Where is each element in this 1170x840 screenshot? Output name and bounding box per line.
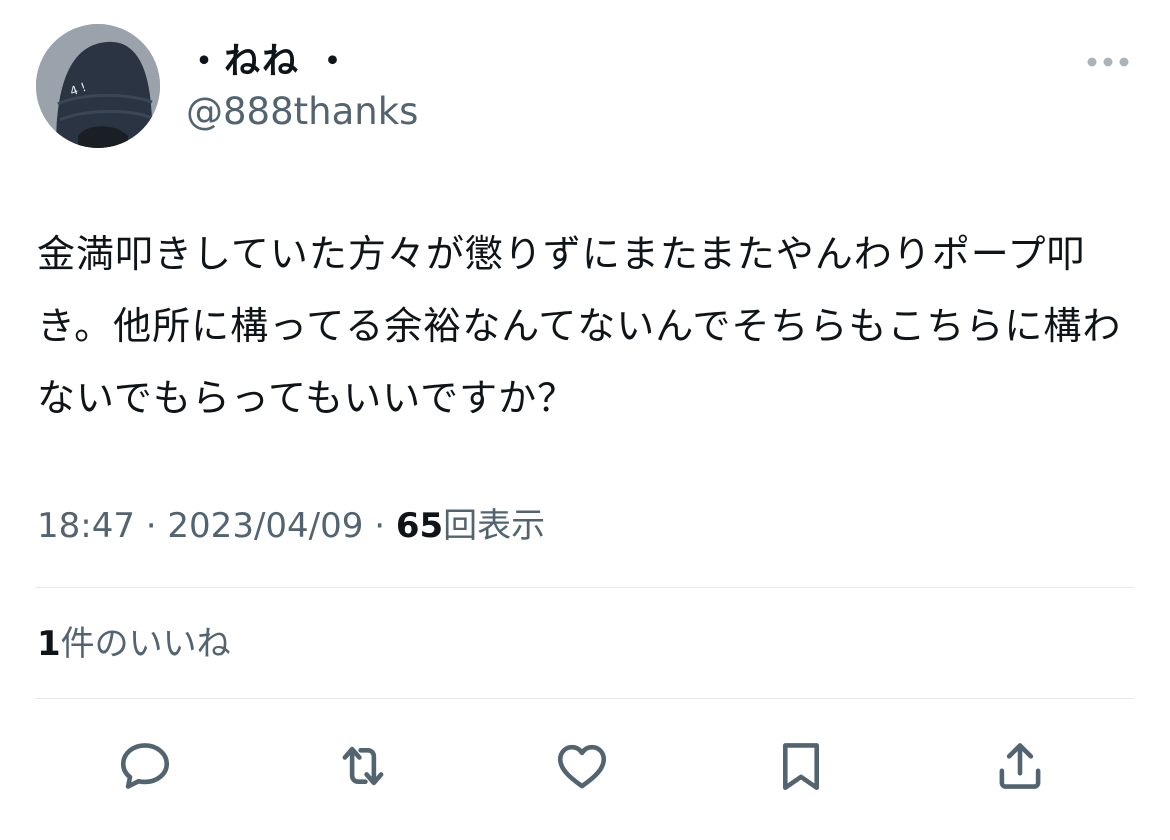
user-handle[interactable]: @888thanks xyxy=(186,88,418,136)
share-icon xyxy=(999,743,1041,789)
likes-label: 件のいいね xyxy=(60,624,231,664)
more-button[interactable] xyxy=(1082,42,1134,82)
like-button[interactable] xyxy=(550,734,614,798)
heart-icon xyxy=(557,744,607,789)
tweet-text: 金満叩きしていた方々が懲りずにまたまたやんわりポープ叩き。他所に構ってる余裕なん… xyxy=(37,232,1122,420)
views-label: 回表示 xyxy=(443,506,546,546)
likes-count: 1 xyxy=(37,624,61,664)
reply-button[interactable] xyxy=(113,734,177,798)
meta-separator: · xyxy=(145,506,157,546)
retweet-button[interactable] xyxy=(331,734,395,798)
likes-link[interactable]: 1件のいいね xyxy=(37,620,231,668)
meta-separator: · xyxy=(374,506,386,546)
divider xyxy=(36,698,1134,699)
divider xyxy=(36,587,1134,588)
retweet-icon xyxy=(342,746,384,786)
tweet-date[interactable]: 2023/04/09 xyxy=(167,506,363,546)
tweet-time[interactable]: 18:47 xyxy=(37,506,135,546)
share-button[interactable] xyxy=(988,734,1052,798)
views-count: 65 xyxy=(395,506,444,546)
bookmark-button[interactable] xyxy=(769,734,833,798)
display-name[interactable]: ・ねね ・ xyxy=(186,38,353,86)
avatar[interactable]: 4 ! xyxy=(36,24,160,148)
bookmark-icon xyxy=(782,743,820,791)
more-dots-icon xyxy=(1087,57,1129,67)
tweet-meta: 18:47 · 2023/04/09 · 65回表示 xyxy=(37,502,545,550)
reply-icon xyxy=(120,743,170,789)
avatar-image: 4 ! xyxy=(36,24,160,148)
